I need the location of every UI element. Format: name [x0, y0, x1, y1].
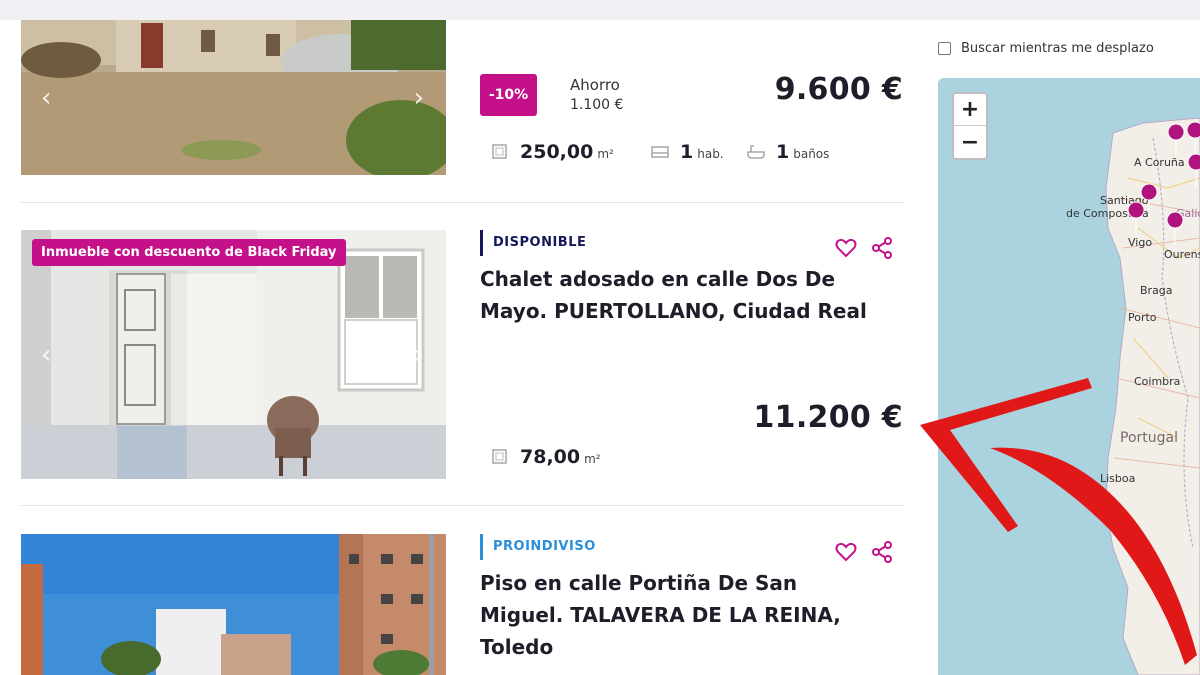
listing-1-rooms: 1 hab. [650, 141, 724, 163]
map-label-braga: Braga [1140, 284, 1173, 297]
area-unit: m² [597, 147, 614, 161]
map-label-coruna: A Coruña [1134, 156, 1185, 169]
map-label-galicia: Galicia [1176, 207, 1200, 220]
share-icon[interactable] [870, 540, 894, 564]
area-unit: m² [584, 452, 601, 466]
search-while-scrolling-option[interactable]: Buscar mientras me desplazo [938, 41, 1154, 56]
saving-value: 1.100 € [570, 97, 624, 113]
map-zoom-control: + − [952, 92, 988, 160]
zoom-out-button[interactable]: − [954, 126, 986, 158]
search-while-scrolling-label: Buscar mientras me desplazo [961, 41, 1154, 56]
favorite-heart-icon[interactable] [834, 236, 858, 260]
listing-3-photo[interactable] [21, 534, 446, 675]
listing-3-title[interactable]: Piso en calle Portiña De San Miguel. TAL… [480, 567, 880, 663]
top-bar [0, 0, 1200, 20]
favorite-heart-icon[interactable] [834, 540, 858, 564]
bathtub-icon [747, 145, 765, 159]
map-label-portugal: Portugal [1120, 430, 1178, 446]
listing-divider [21, 505, 904, 506]
area-value: 250,00 [520, 141, 594, 163]
status-badge-shared: PROINDIVISO [480, 534, 596, 560]
baths-unit: baños [793, 147, 830, 161]
black-friday-badge: Inmueble con descuento de Black Friday [32, 239, 346, 266]
listing-1-photo[interactable]: ‹ › [21, 20, 446, 175]
listing-1-baths: 1 baños [746, 141, 829, 163]
next-photo-icon[interactable]: › [414, 342, 424, 368]
map-label-porto: Porto [1128, 311, 1157, 324]
area-icon [492, 449, 507, 464]
map-label-ourense: Ourens [1164, 248, 1200, 261]
saving-label: Ahorro [570, 76, 620, 94]
rooms-value: 1 [680, 141, 694, 163]
share-icon[interactable] [870, 236, 894, 260]
rooms-unit: hab. [697, 147, 724, 161]
map[interactable]: A Coruña Santiago de Compostela Galicia … [938, 78, 1200, 675]
listing-divider [21, 202, 904, 203]
listing-1-area: 250,00 m² [490, 141, 614, 163]
listing-2-photo[interactable]: ‹ › [21, 230, 446, 479]
listing-1-price: 9.600 € [774, 72, 903, 107]
next-photo-icon[interactable]: › [414, 85, 424, 111]
listing-2-area: 78,00 m² [490, 446, 601, 468]
area-value: 78,00 [520, 446, 581, 468]
map-label-vigo: Vigo [1128, 236, 1153, 249]
listing-2-title[interactable]: Chalet adosado en calle Dos De Mayo. PUE… [480, 263, 880, 327]
baths-value: 1 [776, 141, 790, 163]
map-label-coimbra: Coimbra [1134, 375, 1181, 388]
search-while-scrolling-checkbox[interactable] [938, 42, 951, 55]
map-label-compostela: de Compostela [1066, 207, 1149, 220]
area-icon [492, 144, 507, 159]
map-label-lisboa: Lisboa [1100, 472, 1136, 485]
discount-badge: -10% [480, 74, 537, 116]
status-badge-available: DISPONIBLE [480, 230, 586, 256]
bed-icon [651, 146, 669, 158]
listing-2-price: 11.200 € [753, 400, 903, 435]
zoom-in-button[interactable]: + [954, 94, 986, 126]
prev-photo-icon[interactable]: ‹ [41, 342, 51, 368]
map-label-santiago: Santiago [1100, 194, 1149, 207]
prev-photo-icon[interactable]: ‹ [41, 85, 51, 111]
